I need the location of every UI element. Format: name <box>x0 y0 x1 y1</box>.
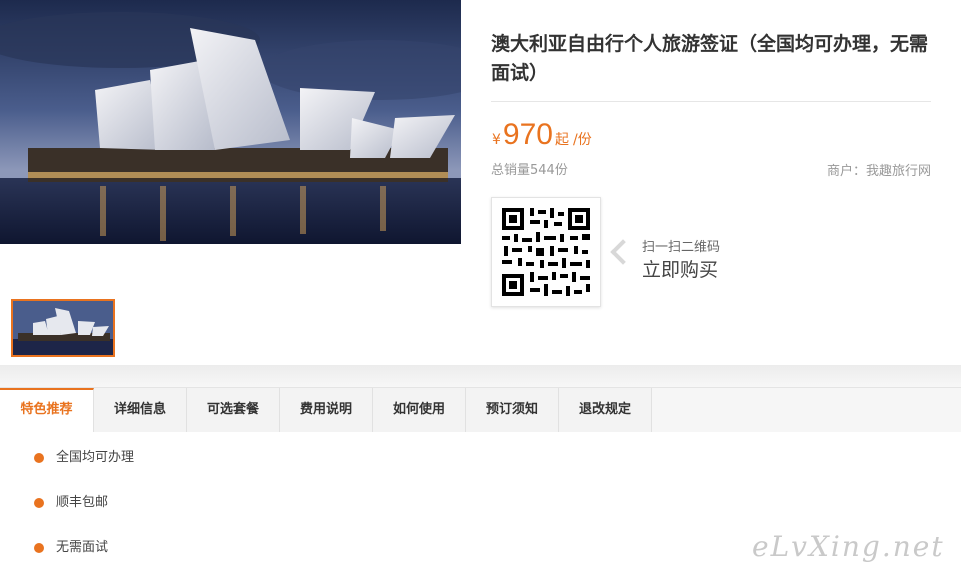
feature-list: 全国均可办理 顺丰包邮 无需面试 <box>34 446 134 581</box>
currency-symbol: ¥ <box>492 132 501 148</box>
sales-count: 总销量544份 <box>491 163 568 178</box>
qr-scan-hint: 扫一扫二维码 <box>642 240 721 255</box>
title-divider <box>491 101 931 102</box>
list-item: 全国均可办理 <box>34 446 134 491</box>
buy-now-link[interactable]: 立即购买 <box>642 255 718 282</box>
feature-text: 顺丰包邮 <box>56 495 109 510</box>
tab-refund-policy[interactable]: 退改规定 <box>559 388 652 432</box>
bullet-dot-icon <box>34 543 44 553</box>
product-thumbnail[interactable] <box>11 299 115 357</box>
bullet-dot-icon <box>34 453 44 463</box>
product-title: 澳大利亚自由行个人旅游签证（全国均可办理，无需面试） <box>491 33 929 84</box>
watermark: eLvXing.net <box>752 530 945 563</box>
feature-text: 全国均可办理 <box>56 450 135 465</box>
tab-packages[interactable]: 可选套餐 <box>187 388 280 432</box>
product-main-image <box>0 0 461 244</box>
price-unit: /份 <box>572 132 592 148</box>
tab-featured[interactable]: 特色推荐 <box>0 388 94 432</box>
price-suffix: 起 <box>554 132 569 148</box>
feature-text: 无需面试 <box>56 540 109 555</box>
bullet-dot-icon <box>34 498 44 508</box>
tab-booking-notes[interactable]: 预订须知 <box>466 388 559 432</box>
list-item: 顺丰包邮 <box>34 491 134 536</box>
tab-fees[interactable]: 费用说明 <box>280 388 373 432</box>
merchant-name: 商户：我趣旅行网 <box>826 164 931 179</box>
qr-code <box>491 197 601 307</box>
detail-tabs: 特色推荐 详细信息 可选套餐 费用说明 如何使用 预订须知 退改规定 <box>0 387 961 432</box>
chevron-left-icon <box>610 239 636 265</box>
price-value: 970 <box>502 118 553 151</box>
section-separator <box>0 365 961 387</box>
list-item: 无需面试 <box>34 536 134 581</box>
price-row: ¥970 起/份 <box>492 118 592 154</box>
tab-how-to-use[interactable]: 如何使用 <box>373 388 466 432</box>
tab-details[interactable]: 详细信息 <box>94 388 187 432</box>
